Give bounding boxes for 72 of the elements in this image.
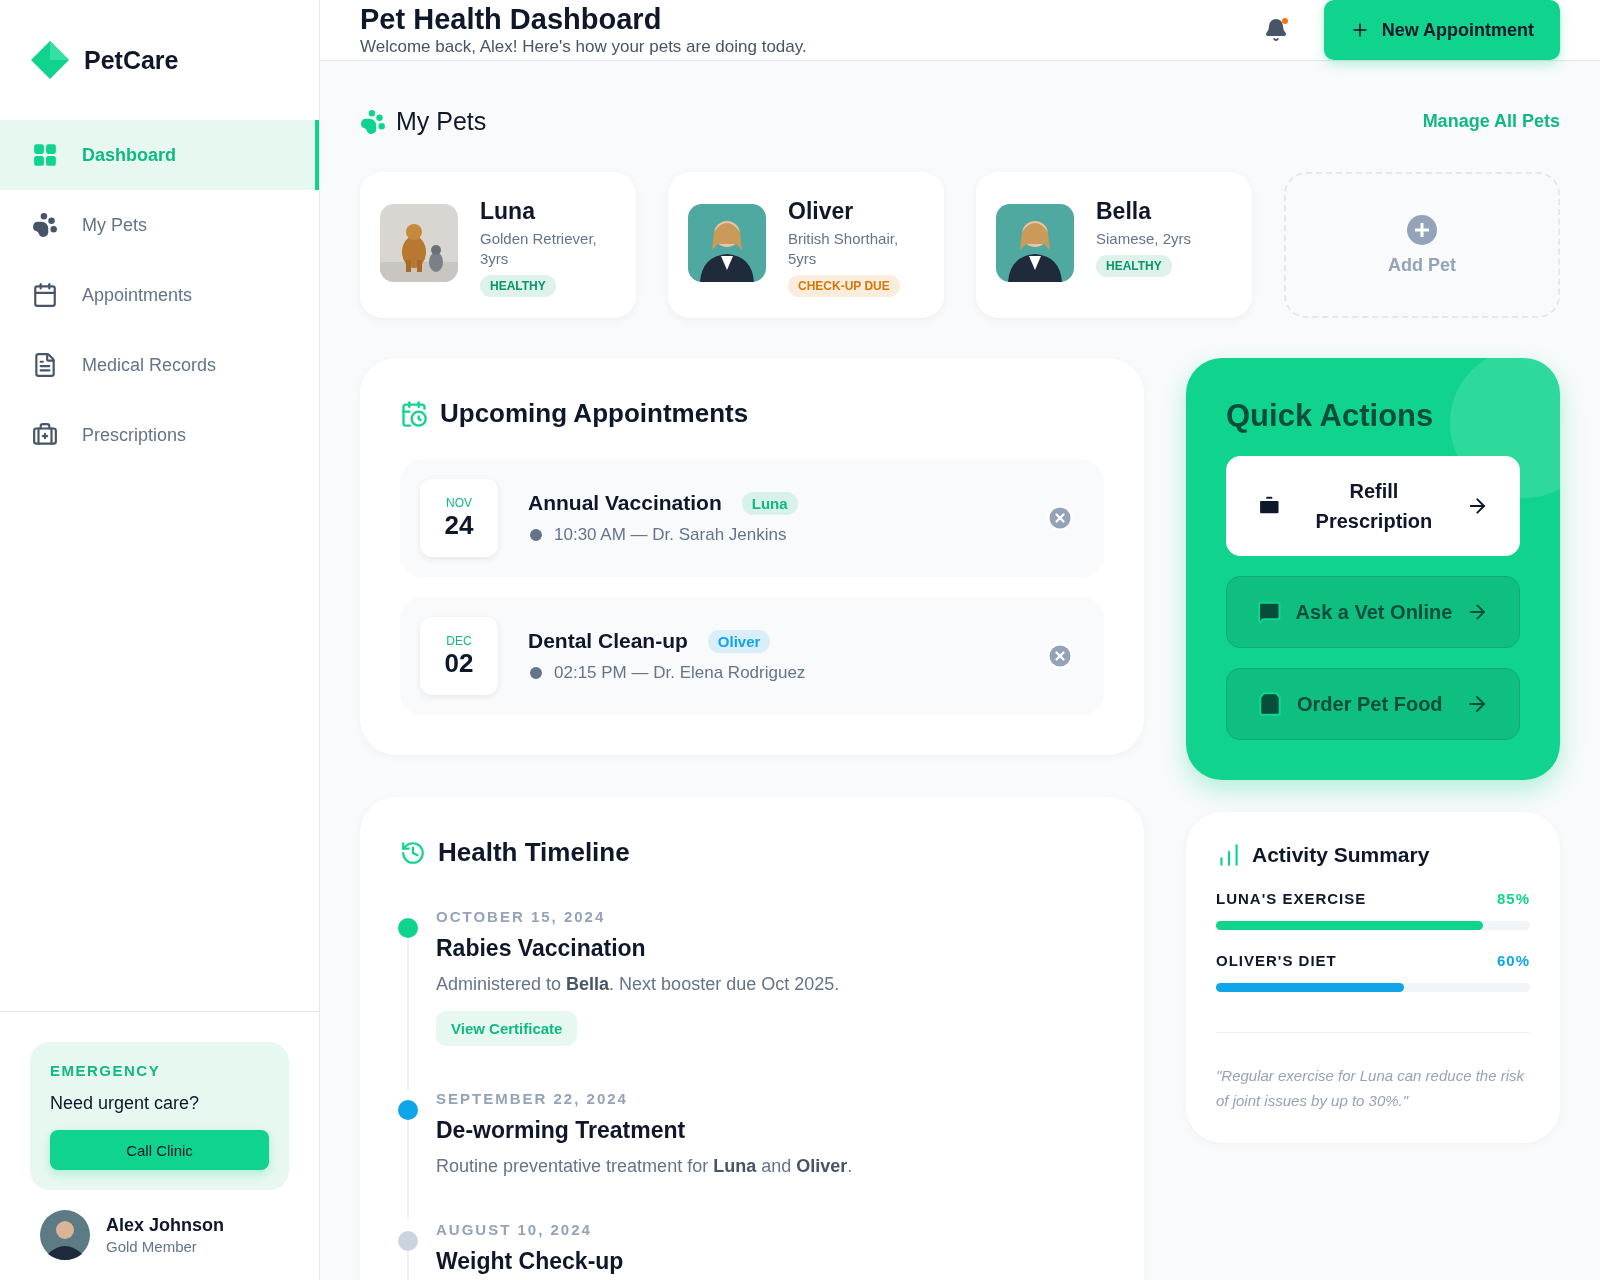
pet-card[interactable]: Bella Siamese, 2yrs HEALTHY — [976, 172, 1252, 318]
page-subtitle: Welcome back, Alex! Here's how your pets are doing today. — [360, 37, 807, 57]
date-badge: NOV 24 — [420, 479, 498, 557]
timeline-text: Routine preventative treatment for Luna and Oliver. — [436, 1156, 854, 1177]
metric-value: 60% — [1496, 952, 1530, 969]
pet-breed: British Shorthair, 5yrs — [788, 229, 900, 269]
section-title: My Pets — [396, 107, 487, 136]
document-icon — [32, 352, 58, 378]
pet-breed: Golden Retriever, 3yrs — [480, 229, 598, 269]
card-title: Health Timeline — [438, 837, 630, 868]
timeline-title: Weight Check-up — [436, 1248, 625, 1275]
appointment-detail: 10:30 AM — Dr. Sarah Jenkins — [554, 525, 787, 545]
emergency-text: Need urgent care? — [50, 1093, 201, 1114]
paw-icon — [360, 108, 386, 135]
appointment-row[interactable]: DEC 02 Dental Clean-up Oliver 02:15 PM — Dr. Elena Rodriguez — [400, 597, 1104, 715]
nav-item[interactable]: Appointments — [0, 260, 319, 330]
pet-breed: Siamese, 2yrs — [1096, 229, 1192, 249]
new-appointment-button[interactable]: New Appointment — [1323, 0, 1560, 60]
pet-name: Oliver — [788, 198, 855, 225]
medicine-icon — [32, 422, 58, 448]
close-icon[interactable] — [1046, 642, 1074, 670]
metric-label: LUNA'S EXERCISE — [1216, 890, 1367, 907]
nav-item[interactable]: My Pets — [0, 190, 319, 260]
nav-item[interactable]: Prescriptions — [0, 400, 319, 470]
quick-action-button[interactable]: Refill Prescription — [1226, 456, 1520, 556]
card-title: Upcoming Appointments — [440, 398, 749, 429]
quick-action-button[interactable]: Order Pet Food — [1226, 668, 1520, 740]
timeline-title: De-worming Treatment — [436, 1117, 687, 1144]
page-title: Pet Health Dashboard — [360, 3, 663, 36]
timeline-date: SEPTEMBER 22, 2024 — [436, 1090, 629, 1107]
pet-card[interactable]: Oliver British Shorthair, 5yrs CHECK-UP DUE — [668, 172, 944, 318]
pet-card[interactable]: Luna Golden Retriever, 3yrs HEALTHY — [360, 172, 636, 318]
metric-label: OLIVER'S DIET — [1216, 952, 1337, 969]
timeline-date: OCTOBER 15, 2024 — [436, 908, 607, 925]
appointment-detail: 02:15 PM — Dr. Elena Rodriguez — [554, 663, 806, 683]
appointment-title: Dental Clean-up — [528, 629, 688, 653]
plus-icon — [1407, 214, 1437, 245]
nav-item[interactable]: Medical Records — [0, 330, 319, 400]
user-name: Alex Johnson — [106, 1215, 225, 1236]
panel-title: Quick Actions — [1226, 398, 1435, 434]
history-icon — [400, 839, 426, 866]
close-icon[interactable] — [1046, 504, 1074, 532]
chat-icon — [1257, 599, 1282, 625]
user-avatar — [40, 1210, 90, 1260]
emergency-label: EMERGENCY — [50, 1062, 162, 1079]
pet-name: Bella — [1096, 198, 1153, 225]
paw-icon — [32, 212, 58, 238]
quick-action-button[interactable]: Ask a Vet Online — [1226, 576, 1520, 648]
appointment-row[interactable]: NOV 24 Annual Vaccination Luna 10:30 AM — Dr. Sarah Jenkins — [400, 459, 1104, 577]
pet-tag: Oliver — [707, 629, 771, 653]
metric-value: 85% — [1496, 890, 1530, 907]
timeline-text: Administered to Bella. Next booster due Oct 2025. — [436, 974, 841, 995]
bag-icon — [1257, 691, 1283, 717]
activity-quote: "Regular exercise for Luna can reduce the risk of joint issues by up to 30%." — [1216, 1032, 1530, 1113]
status-badge: HEALTHY — [480, 275, 556, 297]
logo-icon — [30, 40, 70, 80]
pet-tag: Luna — [741, 491, 798, 515]
card-title: Activity Summary — [1252, 843, 1430, 867]
date-badge: DEC 02 — [420, 617, 498, 695]
status-badge: HEALTHY — [1096, 255, 1172, 277]
timeline-date: AUGUST 10, 2024 — [436, 1221, 593, 1238]
timeline-title: Rabies Vaccination — [436, 935, 647, 962]
pet-name: Luna — [480, 198, 537, 225]
grid-icon — [32, 142, 58, 168]
status-badge: CHECK-UP DUE — [788, 275, 900, 297]
appointment-title: Annual Vaccination — [528, 491, 722, 515]
calendar-icon — [32, 282, 58, 308]
call-clinic-button[interactable]: Call Clinic — [50, 1130, 269, 1170]
calendar-icon — [400, 399, 428, 428]
notification-button[interactable] — [1263, 18, 1288, 42]
user-role: Gold Member — [106, 1238, 198, 1255]
brand-name: PetCare — [84, 45, 179, 75]
